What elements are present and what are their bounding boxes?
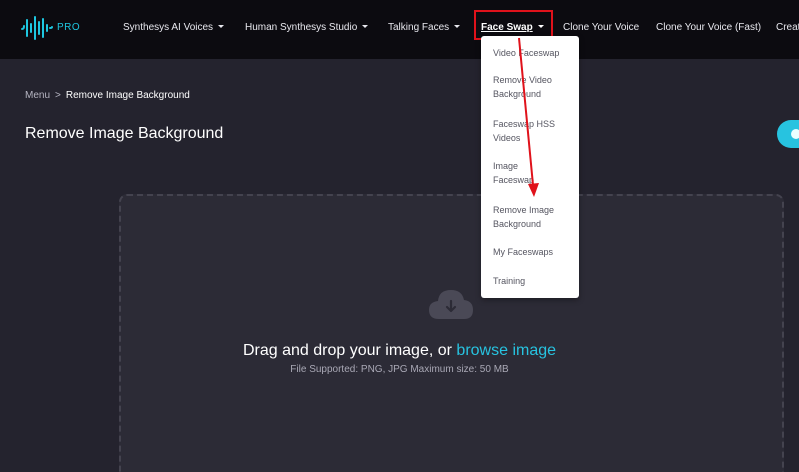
- nav-label: Talking Faces: [388, 22, 450, 33]
- nav-synthesys-ai-voices[interactable]: Synthesys AI Voices: [123, 22, 225, 33]
- page-title: Remove Image Background: [25, 125, 224, 142]
- brand-logo[interactable]: PRO: [20, 12, 90, 44]
- drop-instructions: Drag and drop your image, or browse imag…: [0, 342, 799, 360]
- face-swap-dropdown-menu: Video Faceswap Remove Video Background F…: [481, 36, 579, 298]
- nav-talking-faces[interactable]: Talking Faces: [388, 22, 461, 33]
- nav-clone-your-voice-fast[interactable]: Clone Your Voice (Fast): [656, 22, 761, 33]
- menu-item-faceswap-hss-videos[interactable]: Faceswap HSS Videos: [493, 117, 575, 145]
- cloud-download-icon: [429, 290, 473, 319]
- nav-clone-your-voice[interactable]: Clone Your Voice: [563, 22, 639, 33]
- image-dropzone[interactable]: [119, 194, 784, 472]
- caret-down-icon: [218, 25, 225, 28]
- pro-badge: PRO: [57, 22, 81, 33]
- drop-prompt-text: Drag and drop your image, or: [242, 342, 457, 359]
- nav-label: Clone Your Voice (Fast): [656, 22, 762, 33]
- file-support-hint: File Supported: PNG, JPG Maximum size: 5…: [290, 364, 509, 375]
- top-navbar: PRO Synthesys AI Voices Human Synthesys …: [0, 0, 799, 59]
- breadcrumb-current: Remove Image Background: [65, 90, 190, 101]
- nav-label: Creat: [776, 22, 799, 33]
- nav-label: Human Synthesys Studio: [245, 22, 358, 33]
- menu-item-my-faceswaps[interactable]: My Faceswaps: [493, 245, 575, 259]
- menu-item-video-faceswap[interactable]: Video Faceswap: [493, 46, 575, 60]
- nav-label: Synthesys AI Voices: [123, 22, 214, 33]
- toggle-button[interactable]: [777, 120, 799, 148]
- browse-image-link[interactable]: browse image: [456, 342, 556, 359]
- menu-item-image-faceswap[interactable]: Image Faceswap: [493, 159, 553, 187]
- breadcrumb-separator: >: [55, 90, 61, 101]
- breadcrumb: Menu > Remove Image Background: [25, 90, 190, 101]
- nav-label: Clone Your Voice: [563, 22, 640, 33]
- menu-item-remove-video-background[interactable]: Remove Video Background: [493, 73, 575, 101]
- menu-item-remove-image-background[interactable]: Remove Image Background: [493, 203, 575, 231]
- caret-down-icon: [362, 25, 369, 28]
- caret-down-icon: [454, 25, 461, 28]
- waveform-logo-icon: [21, 16, 53, 40]
- menu-item-training[interactable]: Training: [493, 274, 575, 288]
- breadcrumb-menu-link[interactable]: Menu: [25, 90, 50, 101]
- nav-create-truncated[interactable]: Creat: [776, 22, 799, 33]
- nav-human-synthesys-studio[interactable]: Human Synthesys Studio: [245, 22, 369, 33]
